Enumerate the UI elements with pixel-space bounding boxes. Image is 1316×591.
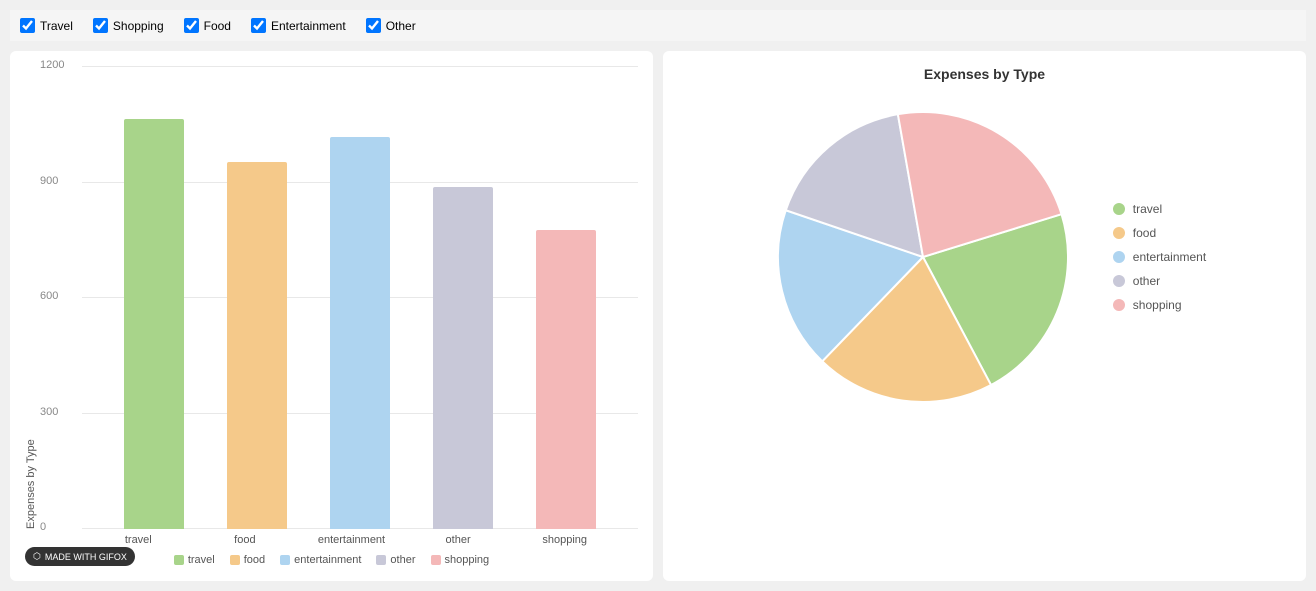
bar-legend-dot-travel	[174, 555, 184, 565]
filter-checkbox-travel[interactable]	[20, 18, 35, 33]
bar-other	[433, 187, 493, 529]
pie-chart-panel: Expenses by Type travel food entertainment…	[663, 51, 1306, 581]
bar-legend-item-shopping: shopping	[431, 554, 490, 566]
bar-legend-item-other: other	[376, 554, 415, 566]
filter-label-entertainment: Entertainment	[271, 19, 346, 33]
bar-travel	[124, 119, 184, 529]
grid-label: 600	[40, 290, 58, 302]
filter-other[interactable]: Other	[366, 18, 416, 33]
bar-legend-text-food: food	[244, 554, 265, 566]
pie-legend-dot-other	[1113, 275, 1125, 287]
pie-legend: travel food entertainment other shopping	[1113, 202, 1206, 312]
bar-legend-text-other: other	[390, 554, 415, 566]
x-label-shopping: shopping	[511, 534, 618, 546]
bar-legend-text-travel: travel	[188, 554, 215, 566]
x-label-travel: travel	[85, 534, 192, 546]
pie-legend-item-travel: travel	[1113, 202, 1206, 216]
filter-entertainment[interactable]: Entertainment	[251, 18, 346, 33]
bar-legend-item-travel: travel	[174, 554, 215, 566]
gifox-text: MADE WITH GIFOX	[45, 552, 127, 562]
grid-label: 0	[40, 521, 46, 533]
grid-label: 300	[40, 406, 58, 418]
bar-shopping	[536, 230, 596, 529]
pie-legend-dot-shopping	[1113, 299, 1125, 311]
filter-shopping[interactable]: Shopping	[93, 18, 164, 33]
pie-legend-dot-food	[1113, 227, 1125, 239]
pie-legend-text-food: food	[1133, 226, 1156, 240]
filter-checkbox-shopping[interactable]	[93, 18, 108, 33]
bar-legend-text-entertainment: entertainment	[294, 554, 361, 566]
bar-legend-dot-shopping	[431, 555, 441, 565]
bars-group	[82, 66, 638, 529]
pie-legend-item-food: food	[1113, 226, 1206, 240]
filter-food[interactable]: Food	[184, 18, 231, 33]
filter-travel[interactable]: Travel	[20, 18, 73, 33]
x-label-entertainment: entertainment	[298, 534, 405, 546]
pie-legend-text-entertainment: entertainment	[1133, 250, 1206, 264]
filter-label-travel: Travel	[40, 19, 73, 33]
pie-chart-title: Expenses by Type	[678, 66, 1291, 82]
pie-area: travel food entertainment other shopping	[678, 97, 1291, 417]
bar-chart-area: Expenses by Type 12009006003000 travelfo…	[25, 66, 638, 566]
charts-container: Expenses by Type 12009006003000 travelfo…	[10, 51, 1306, 581]
bar-legend-text-shopping: shopping	[445, 554, 490, 566]
bar-wrapper-food	[205, 66, 308, 529]
bar-entertainment	[330, 137, 390, 529]
pie-legend-item-entertainment: entertainment	[1113, 250, 1206, 264]
grid-label: 1200	[40, 59, 64, 71]
bar-wrapper-entertainment	[308, 66, 411, 529]
pie-legend-text-shopping: shopping	[1133, 298, 1182, 312]
y-axis-label: Expenses by Type	[25, 66, 37, 529]
filter-label-other: Other	[386, 19, 416, 33]
pie-svg	[763, 97, 1083, 417]
pie-legend-item-shopping: shopping	[1113, 298, 1206, 312]
filter-label-food: Food	[204, 19, 231, 33]
filter-checkbox-food[interactable]	[184, 18, 199, 33]
grid-label: 900	[40, 175, 58, 187]
bar-legend-item-entertainment: entertainment	[280, 554, 361, 566]
filter-label-shopping: Shopping	[113, 19, 164, 33]
filter-bar: Travel Shopping Food Entertainment Other	[10, 10, 1306, 41]
pie-legend-text-travel: travel	[1133, 202, 1162, 216]
pie-legend-dot-entertainment	[1113, 251, 1125, 263]
pie-legend-item-other: other	[1113, 274, 1206, 288]
x-axis-labels: travelfoodentertainmentothershopping	[25, 529, 638, 546]
pie-legend-dot-travel	[1113, 203, 1125, 215]
bar-legend-dot-other	[376, 555, 386, 565]
pie-legend-text-other: other	[1133, 274, 1160, 288]
gifox-icon: ⬡	[33, 551, 41, 562]
bar-chart-inner: Expenses by Type 12009006003000	[25, 66, 638, 529]
filter-checkbox-entertainment[interactable]	[251, 18, 266, 33]
bar-food	[227, 162, 287, 529]
filter-checkbox-other[interactable]	[366, 18, 381, 33]
bar-wrapper-shopping	[515, 66, 618, 529]
bar-chart-panel: Expenses by Type 12009006003000 travelfo…	[10, 51, 653, 581]
bars-and-grid: 12009006003000	[42, 66, 638, 529]
x-label-food: food	[192, 534, 299, 546]
bar-legend-item-food: food	[230, 554, 265, 566]
bar-wrapper-travel	[102, 66, 205, 529]
bar-legend-dot-food	[230, 555, 240, 565]
bar-wrapper-other	[412, 66, 515, 529]
x-label-other: other	[405, 534, 512, 546]
gifox-badge: ⬡ MADE WITH GIFOX	[25, 547, 135, 566]
bar-legend-dot-entertainment	[280, 555, 290, 565]
